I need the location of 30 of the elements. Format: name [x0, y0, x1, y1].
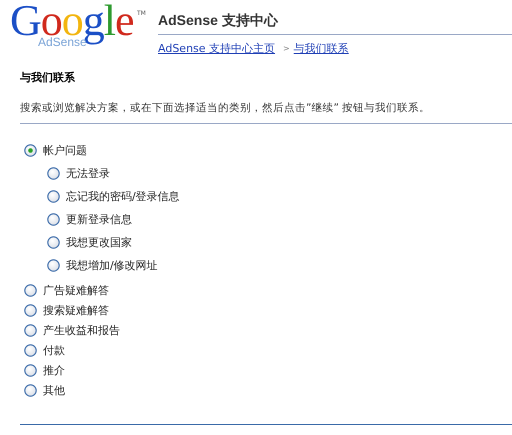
breadcrumb-link[interactable]: AdSense 支持中心主页 — [158, 41, 276, 56]
radio-button[interactable] — [47, 236, 60, 248]
page-title: AdSense 支持中心 — [158, 12, 278, 30]
option-label: 广告疑难解答 — [43, 282, 109, 298]
breadcrumb-link[interactable]: 与我们联系 — [294, 41, 349, 56]
instructions-text: 搜索或浏览解决方案，或在下面选择适当的类别，然后点击”继续” 按钮与我们联系。 — [20, 101, 432, 115]
option-label: 帐户问题 — [43, 142, 87, 158]
option-label: 产生收益和报告 — [43, 322, 120, 338]
radio-button[interactable] — [47, 212, 60, 226]
radio-button[interactable] — [47, 258, 60, 272]
radio-button[interactable] — [24, 384, 37, 396]
option-label: 其他 — [43, 382, 65, 398]
option-label: 推介 — [43, 362, 65, 378]
radio-button[interactable] — [24, 144, 37, 156]
option-label: 更新登录信息 — [66, 212, 132, 226]
option-label: 我想增加/修改网址 — [66, 258, 158, 272]
option-label: 付款 — [43, 342, 65, 358]
radio-button[interactable] — [47, 166, 60, 180]
radio-button[interactable] — [24, 304, 37, 316]
option-label: 我想更改国家 — [66, 234, 132, 250]
option-label: 无法登录 — [66, 166, 110, 180]
radio-button[interactable] — [24, 324, 37, 336]
radio-button[interactable] — [24, 364, 37, 376]
radio-button[interactable] — [24, 284, 37, 296]
breadcrumb-separator: > — [283, 44, 290, 53]
radio-button[interactable] — [24, 344, 37, 356]
radio-button[interactable] — [47, 190, 60, 202]
option-label: 忘记我的密码/登录信息 — [66, 188, 180, 204]
section-heading: 与我们联系 — [20, 70, 75, 85]
option-label: 搜索疑难解答 — [43, 302, 109, 318]
